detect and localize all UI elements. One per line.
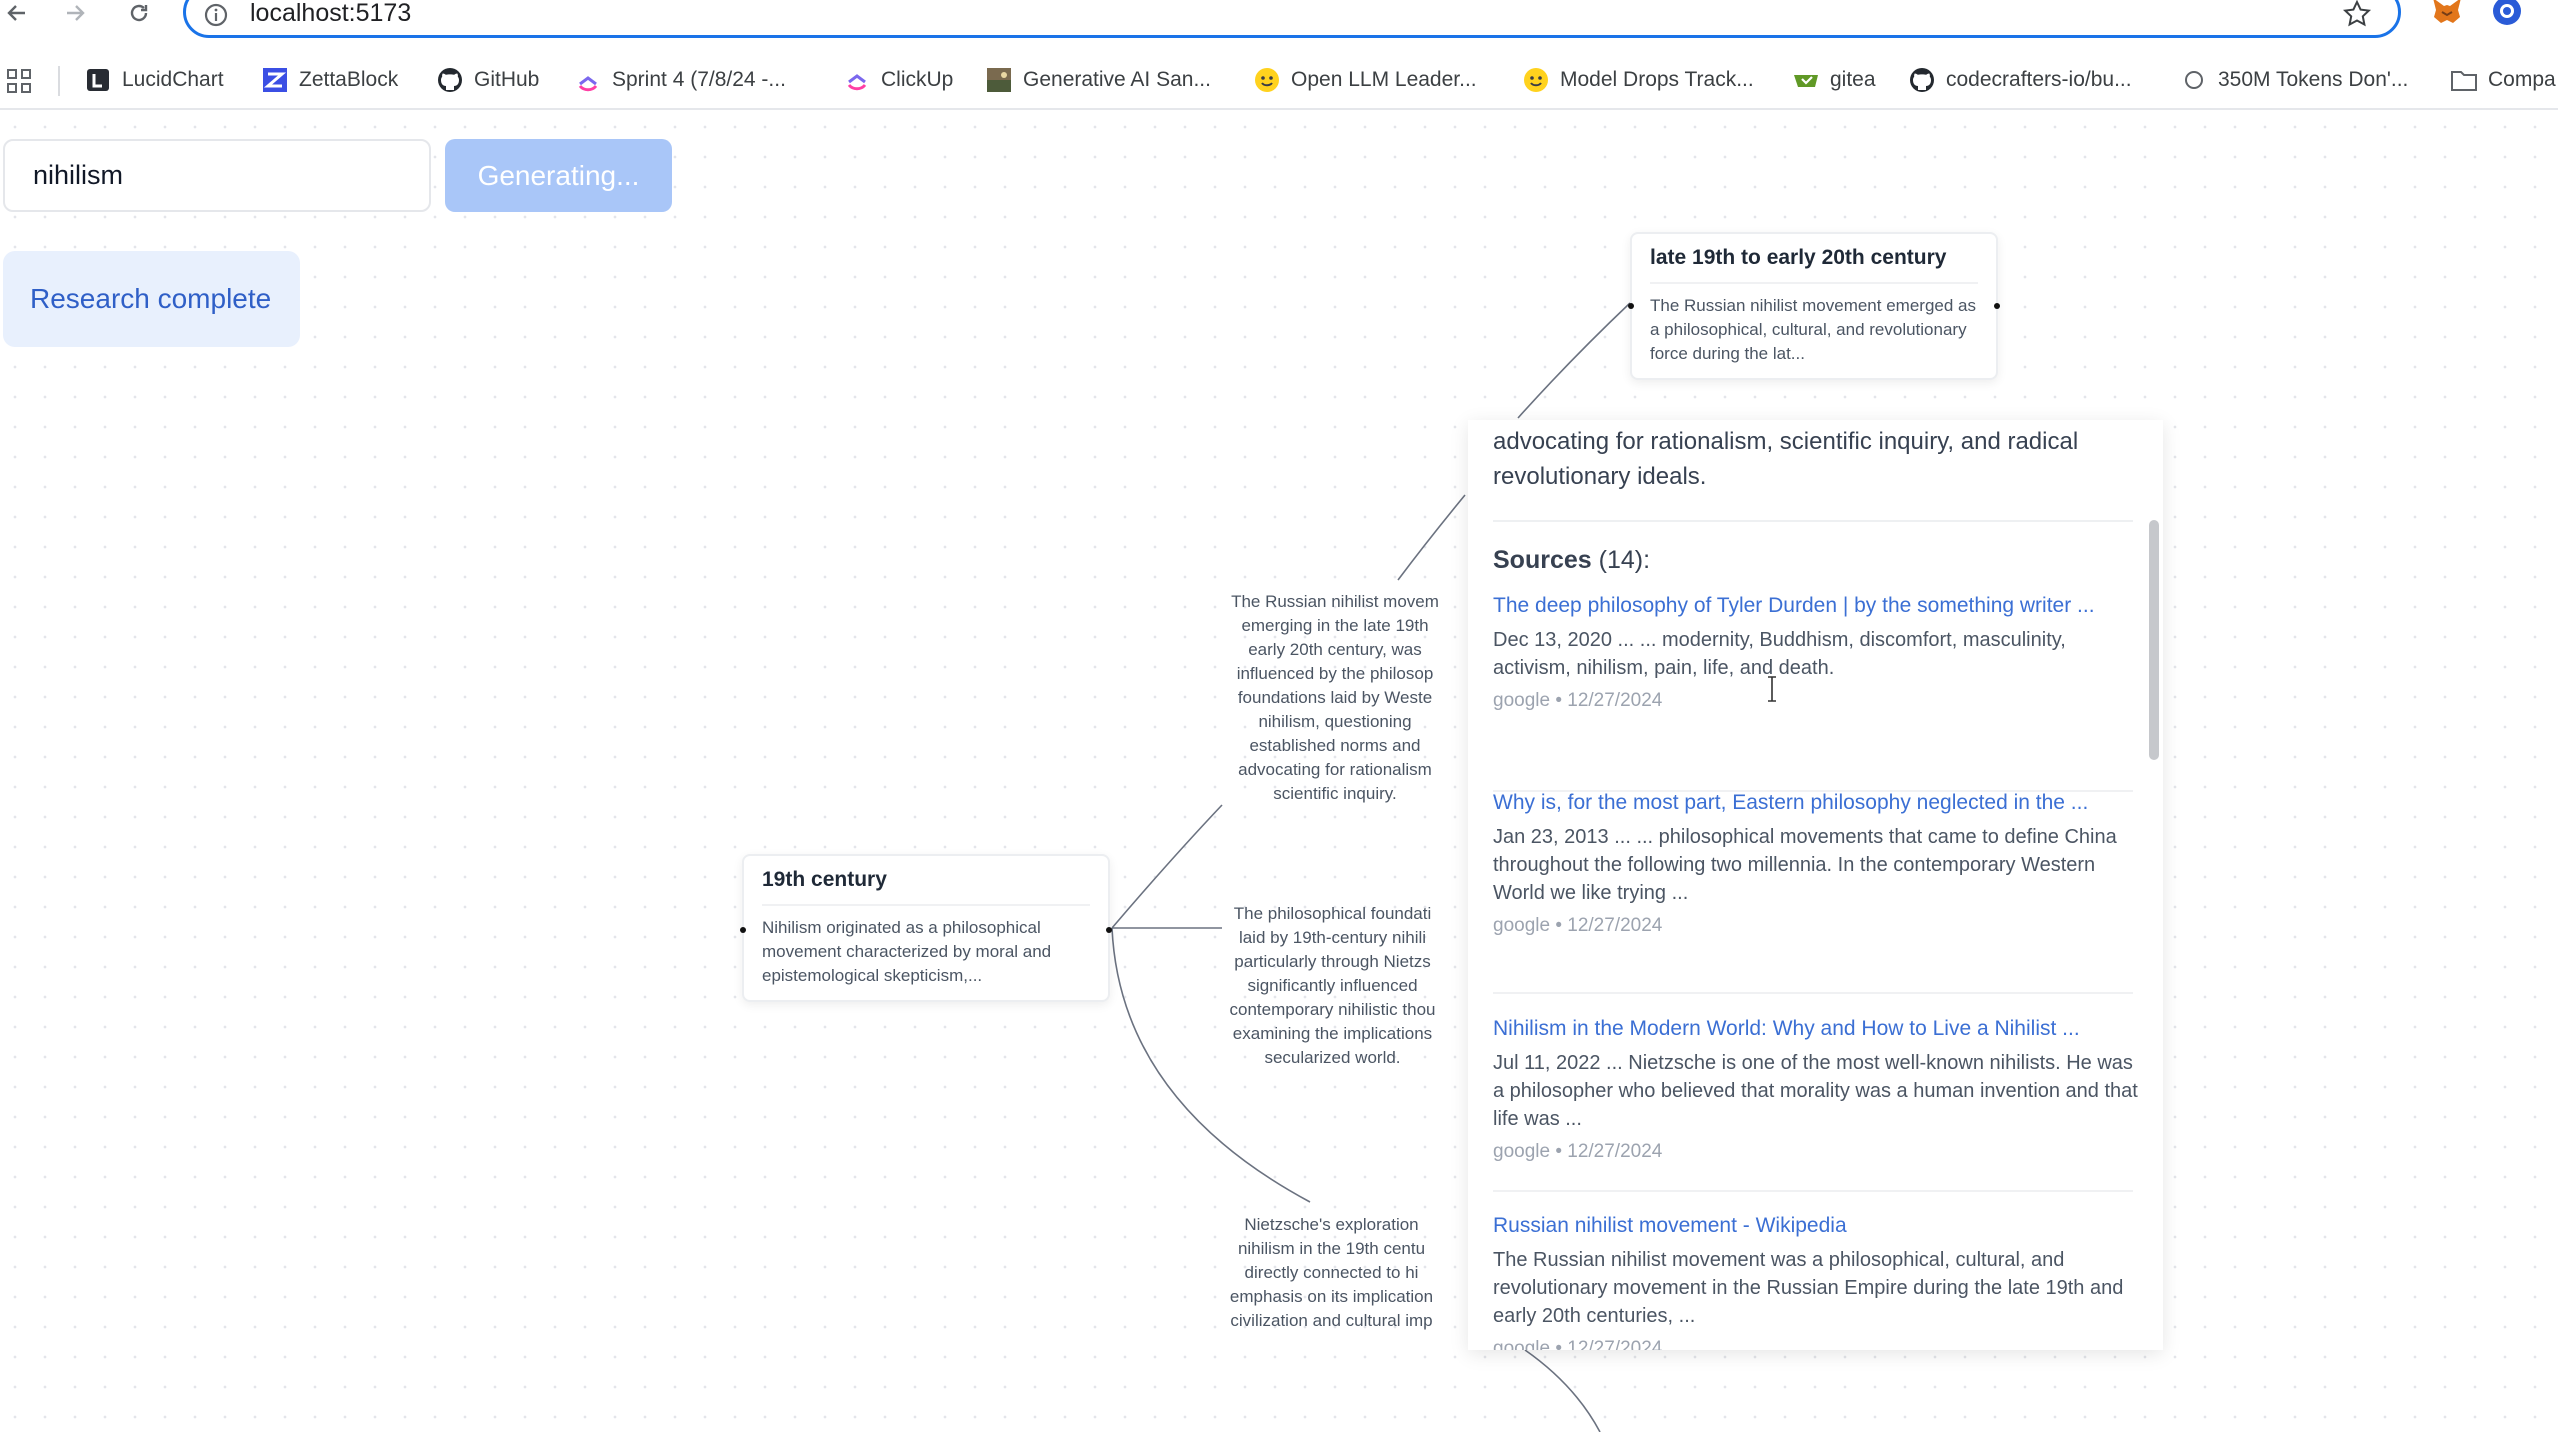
url-text[interactable]: localhost:5173 <box>250 0 411 28</box>
extension-icon[interactable] <box>2490 0 2524 28</box>
github-icon <box>436 66 464 94</box>
lucidchart-icon <box>84 66 112 94</box>
hugging-face-icon <box>1522 66 1550 94</box>
folder-icon <box>2450 66 2478 94</box>
hugging-face-icon <box>1253 66 1281 94</box>
source-meta: google • 12/27/2024 <box>1493 1338 1663 1350</box>
arrow-right-icon <box>67 5 85 21</box>
node-summary: Nihilism originated as a philosophical m… <box>762 918 1052 985</box>
bookmark-model-drops[interactable]: Model Drops Track... <box>1522 65 1754 95</box>
panel-summary-text: advocating for rationalism, scientific i… <box>1493 428 2079 490</box>
panel-scrollbar[interactable] <box>2149 520 2159 760</box>
back-button[interactable] <box>0 0 34 26</box>
topic-search-input[interactable] <box>3 139 431 212</box>
address-bar[interactable]: localhost:5173 <box>183 0 2401 38</box>
source-link[interactable]: The deep philosophy of Tyler Durden | by… <box>1493 592 2138 620</box>
mind-map-snippet-philosophical-foundations[interactable]: The philosophical foundati laid by 19th-c… <box>1200 902 1465 1072</box>
bookmark-sprint-4[interactable]: Sprint 4 (7/8/24 -... <box>574 65 786 95</box>
sources-heading: Sources (14): <box>1493 546 1651 574</box>
node-title: late 19th to early 20th century <box>1650 234 1978 284</box>
bookmark-folder-compa[interactable]: Compa <box>2450 65 2556 95</box>
source-item: Russian nihilist movement - Wikipedia Th… <box>1493 1212 2138 1350</box>
source-meta: google • 12/27/2024 <box>1493 915 1663 936</box>
source-snippet: Jan 23, 2013 ... ... philosophical movem… <box>1493 826 2117 904</box>
bookmarks-separator <box>58 66 60 96</box>
image-favicon <box>985 66 1013 94</box>
mind-map-snippet-nietzsche[interactable]: Nietzsche's exploration nihilism in the 1… <box>1198 1213 1465 1343</box>
bookmark-gitea[interactable]: gitea <box>1792 65 1876 95</box>
reload-button[interactable] <box>122 0 156 26</box>
node-handle-right[interactable] <box>1994 303 2000 309</box>
github-icon <box>1908 66 1936 94</box>
source-item: Nihilism in the Modern World: Why and Ho… <box>1493 1015 2138 1163</box>
source-link[interactable]: Why is, for the most part, Eastern philo… <box>1493 789 2138 817</box>
bookmarks-bar: LucidChart ZettaBlock GitHub Sprint 4 (7… <box>0 60 2558 100</box>
reload-icon <box>130 4 148 22</box>
text-cursor-icon <box>1768 676 1776 702</box>
bookmark-lucidchart[interactable]: LucidChart <box>84 65 224 95</box>
source-item: Why is, for the most part, Eastern philo… <box>1493 789 2138 937</box>
forward-button[interactable] <box>58 0 92 26</box>
source-snippet: Dec 13, 2020 ... ... modernity, Buddhism… <box>1493 629 2066 679</box>
node-detail-panel[interactable]: advocating for rationalism, scientific i… <box>1468 420 2163 1350</box>
info-icon[interactable] <box>202 1 230 29</box>
node-title: 19th century <box>762 856 1090 906</box>
source-item: The deep philosophy of Tyler Durden | by… <box>1493 592 2138 712</box>
clickup-icon <box>843 66 871 94</box>
bookmark-codecrafters[interactable]: codecrafters-io/bu... <box>1908 65 2132 95</box>
source-link[interactable]: Nihilism in the Modern World: Why and Ho… <box>1493 1015 2138 1043</box>
status-badge: Research complete <box>3 251 300 347</box>
zettablock-icon <box>261 66 289 94</box>
source-divider <box>1493 992 2133 994</box>
bookmark-generative-ai[interactable]: Generative AI San... <box>985 65 1211 95</box>
source-link[interactable]: Russian nihilist movement - Wikipedia <box>1493 1212 2138 1240</box>
apps-grid-icon[interactable] <box>6 68 32 94</box>
bookmark-zettablock[interactable]: ZettaBlock <box>261 65 398 95</box>
source-snippet: The Russian nihilist movement was a phil… <box>1493 1249 2124 1327</box>
source-divider <box>1493 1190 2133 1192</box>
arrow-left-icon <box>7 5 25 21</box>
bookmark-350m-tokens[interactable]: 350M Tokens Don'... <box>2180 65 2408 95</box>
bookmark-github[interactable]: GitHub <box>436 65 539 95</box>
circle-icon <box>2180 66 2208 94</box>
panel-divider <box>1493 520 2133 522</box>
mind-map-snippet-russian-nihilism[interactable]: The Russian nihilist movem emerging in th… <box>1205 590 1465 810</box>
metamask-extension-icon[interactable] <box>2430 0 2464 26</box>
node-handle-left[interactable] <box>740 927 746 933</box>
node-handle-left[interactable] <box>1628 303 1634 309</box>
mind-map-node-19th-century[interactable]: 19th century Nihilism originated as a ph… <box>740 854 1112 1002</box>
star-icon[interactable] <box>2342 0 2372 29</box>
mind-map-node-late-19th-century[interactable]: late 19th to early 20th century The Russ… <box>1628 232 2000 380</box>
source-meta: google • 12/27/2024 <box>1493 690 1663 711</box>
gitea-icon <box>1792 66 1820 94</box>
node-handle-right[interactable] <box>1106 927 1112 933</box>
bookmark-clickup[interactable]: ClickUp <box>843 65 953 95</box>
clickup-icon <box>574 66 602 94</box>
browser-chrome: localhost:5173 LucidChart ZettaBlock Git… <box>0 0 2558 110</box>
bookmark-open-llm-leaderboard[interactable]: Open LLM Leader... <box>1253 65 1477 95</box>
generate-button[interactable]: Generating... <box>445 139 672 212</box>
source-meta: google • 12/27/2024 <box>1493 1141 1663 1162</box>
node-summary: The Russian nihilist movement emerged as… <box>1650 296 1976 363</box>
source-snippet: Jul 11, 2022 ... Nietzsche is one of the… <box>1493 1052 2138 1130</box>
